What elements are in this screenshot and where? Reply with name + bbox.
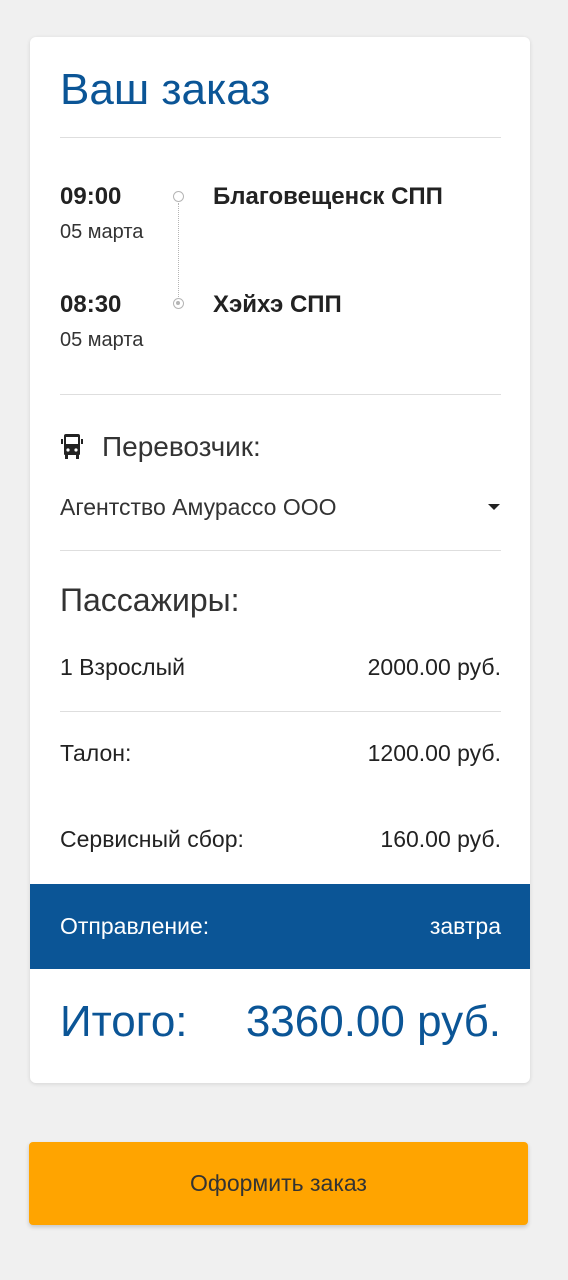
fee-price: 1200.00 руб.: [367, 740, 501, 766]
bus-icon: [61, 434, 83, 459]
route-line: [178, 203, 179, 297]
fee-row-talon: Талон: 1200.00 руб.: [60, 740, 501, 767]
departure-time: 09:00: [60, 183, 122, 210]
arrival-point-icon: [173, 298, 184, 309]
place-order-button[interactable]: Оформить заказ: [29, 1142, 528, 1225]
carrier-selected-value: Агентство Амурассо ООО: [60, 493, 337, 520]
departure-date: 05 марта: [60, 221, 144, 243]
carrier-select[interactable]: Агентство Амурассо ООО: [60, 492, 501, 522]
order-total: Итого: 3360.00 руб.: [60, 997, 501, 1047]
passenger-type: 1 Взрослый: [60, 654, 185, 680]
fee-label: Сервисный сбор:: [60, 826, 244, 852]
fee-price: 160.00 руб.: [380, 826, 501, 852]
arrival-time: 08:30: [60, 291, 122, 318]
divider: [60, 137, 501, 138]
fee-label: Талон:: [60, 740, 132, 766]
fee-row-service: Сервисный сбор: 160.00 руб.: [60, 826, 501, 853]
total-label: Итого:: [60, 997, 188, 1046]
divider: [60, 550, 501, 551]
departure-station: Благовещенск СПП: [213, 183, 443, 210]
caret-down-icon: [488, 504, 500, 510]
carrier-label: Перевозчик:: [102, 431, 261, 462]
total-value: 3360.00 руб.: [245, 997, 501, 1046]
passenger-row: 1 Взрослый 2000.00 руб.: [60, 654, 501, 681]
passenger-price: 2000.00 руб.: [367, 654, 501, 680]
carrier-header: Перевозчик:: [60, 430, 261, 464]
divider: [60, 711, 501, 712]
departure-info-bar: Отправление: завтра: [30, 884, 530, 969]
departure-point-icon: [173, 191, 184, 202]
departure-info-value: завтра: [429, 913, 501, 939]
arrival-station: Хэйхэ СПП: [213, 291, 342, 318]
order-title: Ваш заказ: [60, 65, 271, 114]
arrival-date: 05 марта: [60, 329, 144, 351]
passengers-title: Пассажиры:: [60, 582, 240, 618]
order-summary-card: Ваш заказ 09:00 05 марта Благовещенск СП…: [30, 37, 530, 1083]
departure-info-label: Отправление:: [60, 913, 210, 939]
divider: [60, 394, 501, 395]
